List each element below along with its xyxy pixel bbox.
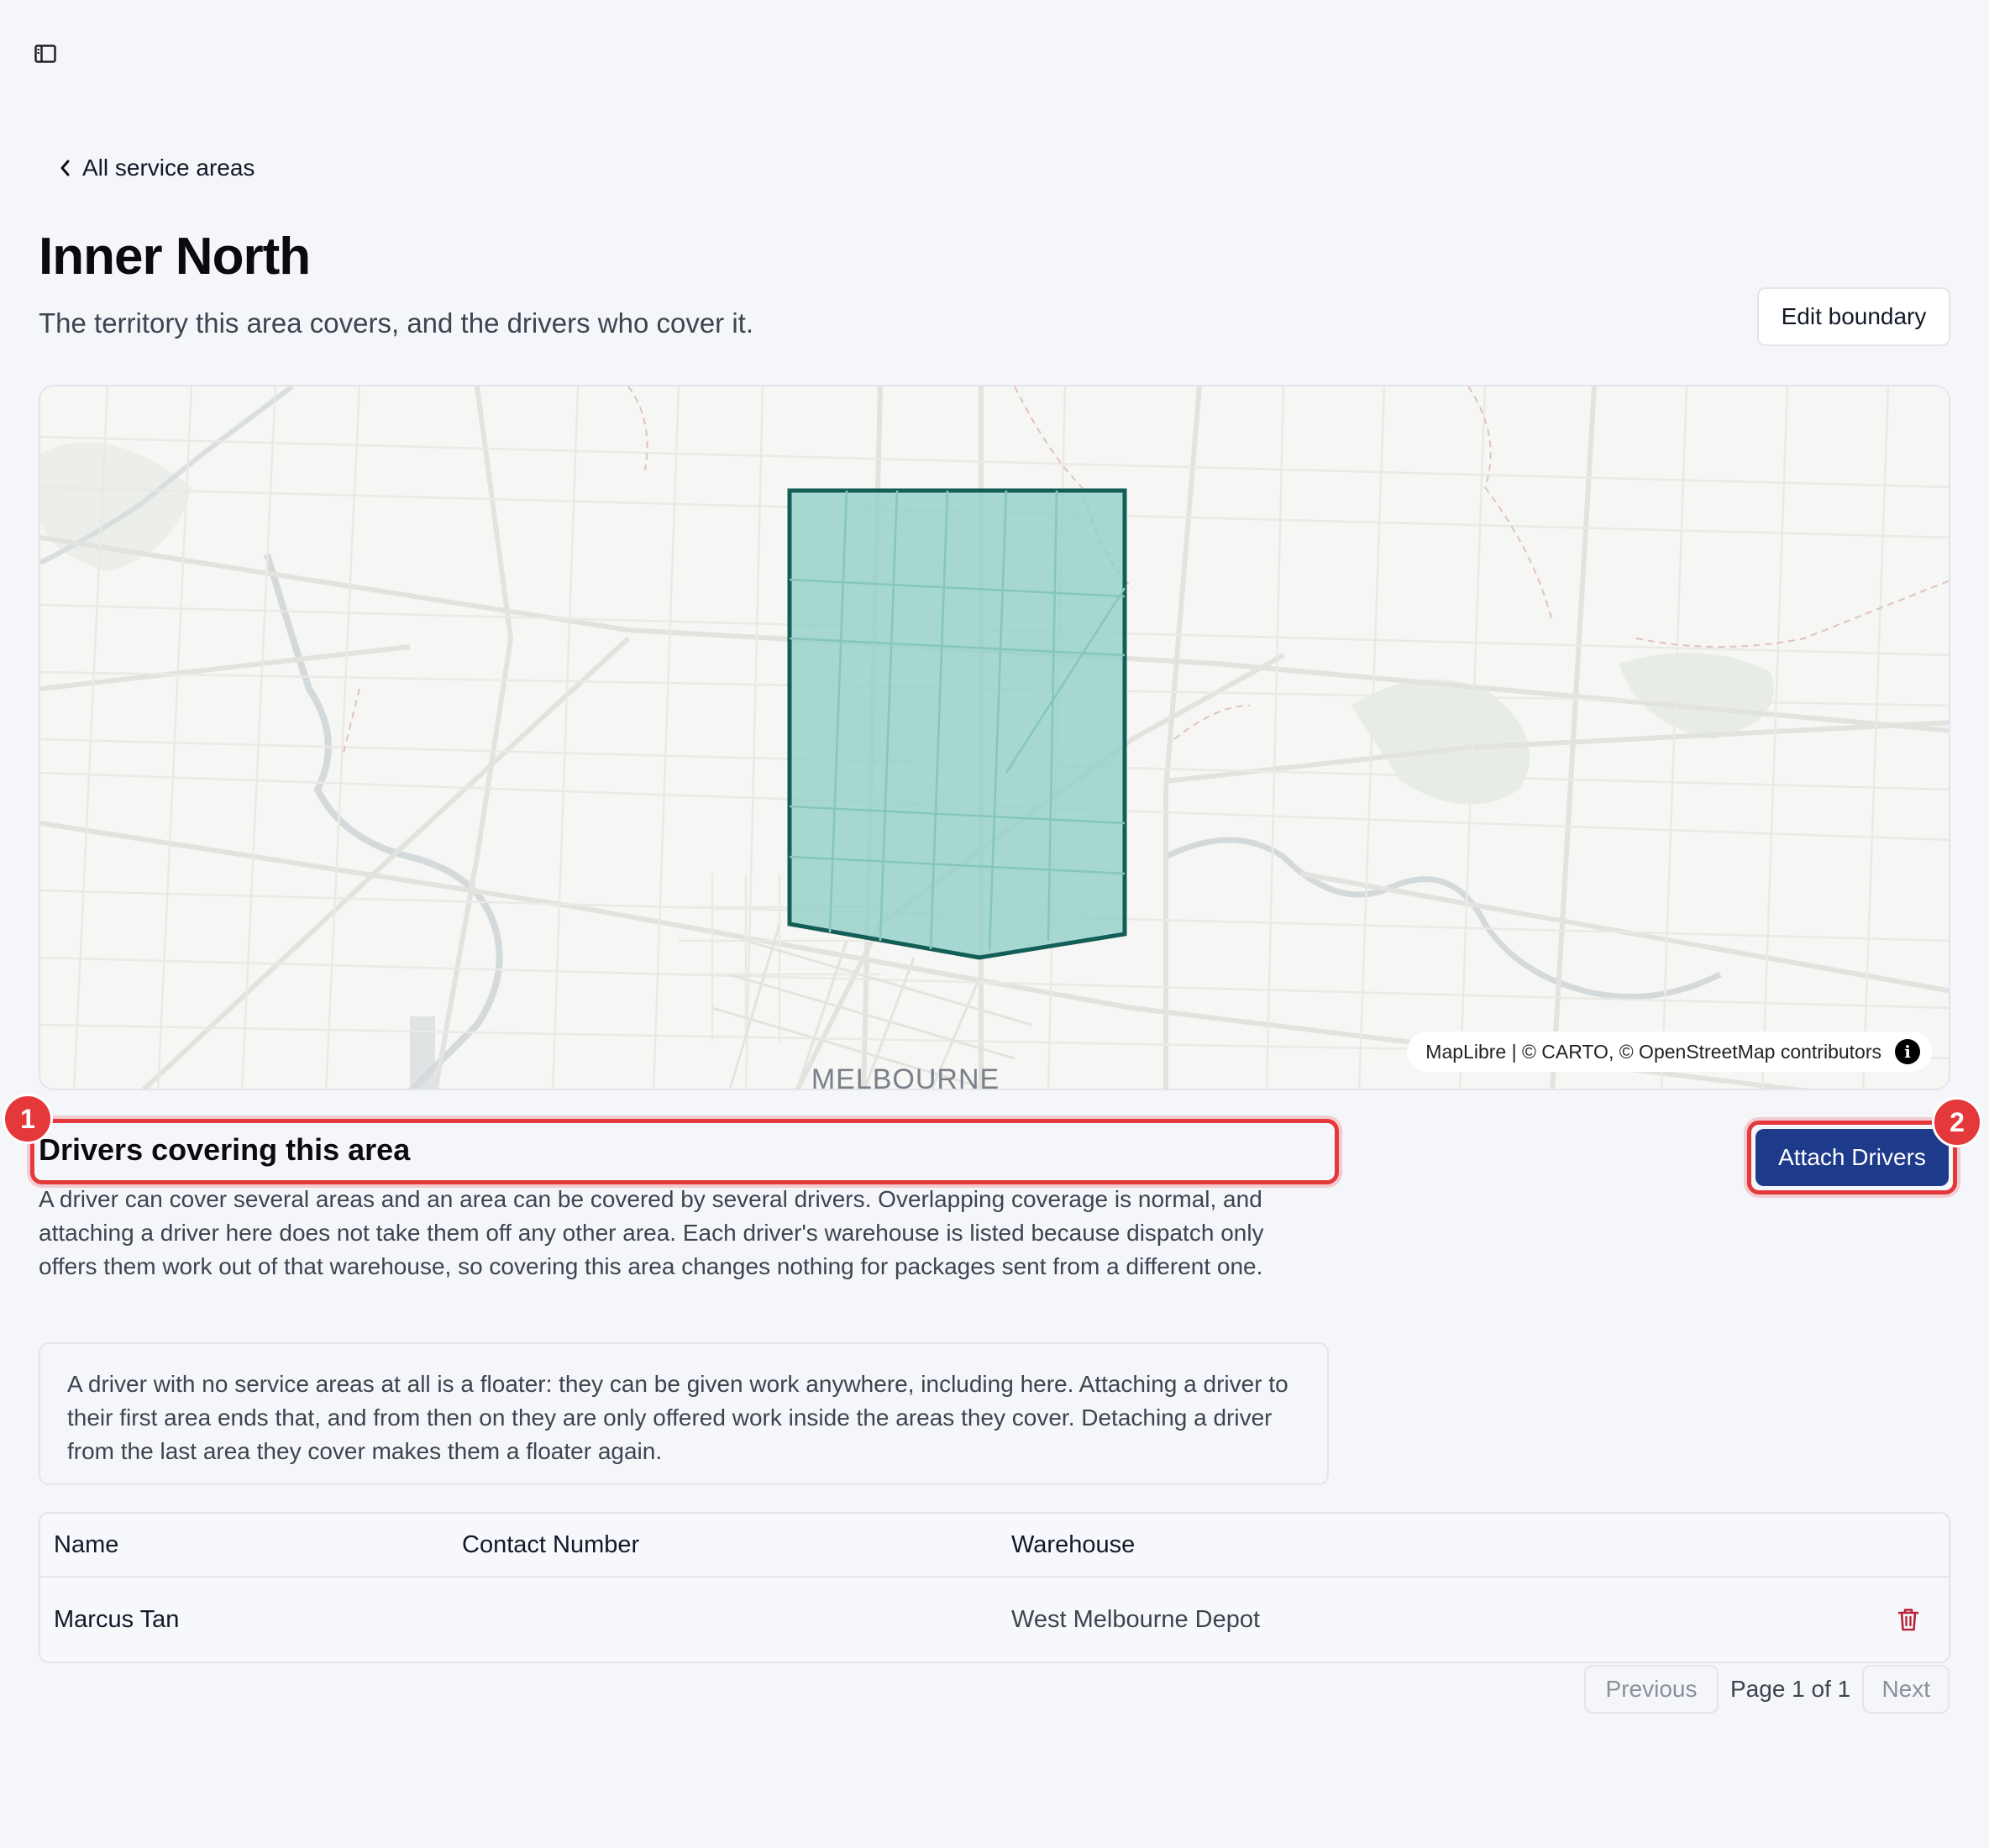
back-to-service-areas-link[interactable]: All service areas — [59, 150, 255, 186]
info-icon[interactable]: i — [1895, 1039, 1920, 1064]
table-row[interactable]: Marcus Tan West Melbourne Depot — [40, 1578, 1949, 1662]
drivers-section-title: Drivers covering this area — [39, 1132, 411, 1167]
driver-name-cell: Marcus Tan — [54, 1605, 180, 1633]
annotation-badge-1: 1 — [3, 1094, 53, 1144]
drivers-table: Name Contact Number Warehouse Marcus Tan… — [39, 1512, 1950, 1663]
previous-page-button[interactable]: Previous — [1584, 1665, 1719, 1714]
page-subtitle: The territory this area covers, and the … — [39, 307, 754, 339]
attach-drivers-button[interactable]: Attach Drivers — [1755, 1129, 1949, 1186]
driver-warehouse-cell: West Melbourne Depot — [1011, 1605, 1261, 1633]
back-link-label: All service areas — [82, 155, 255, 181]
sidebar-toggle-button[interactable] — [30, 39, 60, 69]
column-header-warehouse[interactable]: Warehouse — [1011, 1514, 1135, 1576]
map-attribution-text: MapLibre | © CARTO, © OpenStreetMap cont… — [1425, 1040, 1881, 1063]
edit-boundary-button[interactable]: Edit boundary — [1757, 287, 1950, 346]
service-area-map[interactable]: MELBOURNE MapLibre | © CARTO, © OpenStre… — [39, 385, 1950, 1090]
column-header-name[interactable]: Name — [54, 1514, 118, 1576]
map-attribution: MapLibre | © CARTO, © OpenStreetMap cont… — [1407, 1032, 1932, 1072]
annotation-badge-2: 2 — [1932, 1097, 1982, 1147]
page-indicator: Page 1 of 1 — [1730, 1676, 1851, 1702]
city-label: MELBOURNE — [811, 1063, 1000, 1090]
floater-info-text: A driver with no service areas at all is… — [67, 1371, 1288, 1464]
service-area-polygon — [787, 488, 1127, 960]
pagination: Previous Page 1 of 1 Next — [1584, 1665, 1950, 1714]
table-header-row: Name Contact Number Warehouse — [40, 1514, 1949, 1578]
floater-info-callout: A driver with no service areas at all is… — [39, 1342, 1329, 1485]
chevron-left-icon — [60, 160, 70, 176]
trash-icon — [1897, 1609, 1919, 1631]
column-header-contact[interactable]: Contact Number — [462, 1514, 639, 1576]
drivers-section-description: A driver can cover several areas and an … — [39, 1186, 1264, 1279]
page-title: Inner North — [39, 228, 311, 286]
sidebar-panel-icon — [34, 45, 56, 63]
next-page-button[interactable]: Next — [1862, 1665, 1950, 1714]
detach-driver-button[interactable] — [1892, 1578, 1925, 1662]
